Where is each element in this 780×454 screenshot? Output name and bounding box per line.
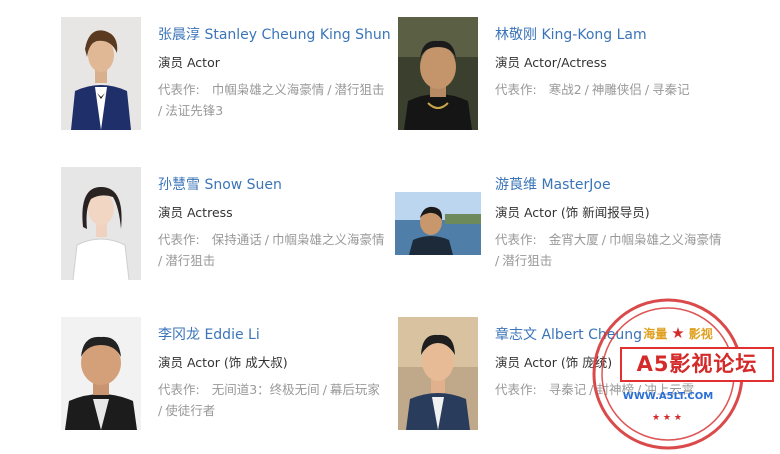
actor-role: 演员 Actor (饰 新闻报导员) bbox=[495, 205, 650, 220]
actor-name-link[interactable]: 张晨淳 Stanley Cheung King Shun bbox=[158, 26, 391, 44]
stamp-title: A5影视论坛 bbox=[636, 352, 758, 376]
work-link[interactable]: 潜行狙击 bbox=[502, 253, 552, 268]
work-link[interactable]: 保持通话 bbox=[212, 232, 262, 247]
separator: / bbox=[495, 253, 500, 268]
svg-text:★ ★ ★: ★ ★ ★ bbox=[652, 413, 682, 423]
work-link[interactable]: 寻秦记 bbox=[652, 82, 690, 97]
actor-name-link[interactable]: 林敬刚 King-Kong Lam bbox=[495, 26, 647, 44]
separator: / bbox=[322, 382, 327, 397]
actor-photo[interactable] bbox=[398, 17, 478, 130]
actor-photo[interactable] bbox=[61, 317, 141, 430]
actor-role: 演员 Actor (饰 成大叔) bbox=[158, 355, 288, 370]
work-link[interactable]: 使徒行者 bbox=[165, 403, 215, 418]
actor-photo[interactable] bbox=[61, 167, 141, 280]
actor-role: 演员 Actor/Actress bbox=[495, 55, 607, 70]
work-link[interactable]: 幕后玩家 bbox=[330, 382, 380, 397]
actor-role: 演员 Actress bbox=[158, 205, 233, 220]
watermark-stamp: ★ ★ ★ 海量 ★ 影视 A5影视论坛 WWW.A5LT.COM bbox=[578, 290, 778, 454]
actor-name-link[interactable]: 游莨维 MasterJoe bbox=[495, 176, 611, 194]
work-link[interactable]: 寒战2 bbox=[549, 82, 582, 97]
work-link[interactable]: 金宵大厦 bbox=[549, 232, 599, 247]
star-icon: ★ bbox=[671, 324, 685, 342]
actor-name-link[interactable]: 孙慧雪 Snow Suen bbox=[158, 176, 282, 194]
separator: / bbox=[264, 232, 269, 247]
actor-works: 代表作: 保持通话 / 巾帼枭雄之义海豪情 / 潜行狙击 bbox=[158, 229, 400, 271]
separator: / bbox=[644, 82, 650, 97]
actor-name-link[interactable]: 李冈龙 Eddie Li bbox=[158, 326, 260, 344]
works-label: 代表作: bbox=[158, 82, 200, 97]
actor-works: 代表作: 金宵大厦 / 巾帼枭雄之义海豪情 / 潜行狙击 bbox=[495, 229, 737, 271]
work-link[interactable]: 潜行狙击 bbox=[334, 82, 384, 97]
work-link[interactable]: 巾帼枭雄之义海豪情 bbox=[212, 82, 325, 97]
actor-photo[interactable] bbox=[395, 192, 481, 255]
actor-works: 代表作: 寒战2/神雕侠侣 / 寻秦记 bbox=[495, 79, 737, 100]
separator: / bbox=[584, 82, 589, 97]
separator: / bbox=[158, 403, 163, 418]
work-link[interactable]: 无间道3：终极无间 bbox=[212, 382, 320, 397]
actor-role: 演员 Actor bbox=[158, 55, 220, 70]
separator: / bbox=[158, 103, 163, 118]
separator: / bbox=[158, 253, 163, 268]
stamp-top-text: 海量 ★ 影视 bbox=[643, 324, 713, 342]
stamp-url: WWW.A5LT.COM bbox=[622, 391, 714, 402]
work-link[interactable]: 巾帼枭雄之义海豪情 bbox=[609, 232, 722, 247]
work-link[interactable]: 潜行狙击 bbox=[165, 253, 215, 268]
separator: / bbox=[327, 82, 332, 97]
work-link[interactable]: 巾帼枭雄之义海豪情 bbox=[272, 232, 385, 247]
works-label: 代表作: bbox=[495, 232, 537, 247]
actor-photo[interactable] bbox=[61, 17, 141, 130]
works-label: 代表作: bbox=[495, 82, 537, 97]
works-label: 代表作: bbox=[495, 382, 537, 397]
actor-works: 代表作: 无间道3：终极无间 / 幕后玩家 / 使徒行者 bbox=[158, 379, 400, 421]
separator: / bbox=[601, 232, 606, 247]
actor-photo[interactable] bbox=[398, 317, 478, 430]
work-link[interactable]: 神雕侠侣 bbox=[592, 82, 642, 97]
works-label: 代表作: bbox=[158, 232, 200, 247]
work-link[interactable]: 法证先锋3 bbox=[165, 103, 223, 118]
works-label: 代表作: bbox=[158, 382, 200, 397]
actor-works: 代表作: 巾帼枭雄之义海豪情 / 潜行狙击 / 法证先锋3 bbox=[158, 79, 400, 121]
